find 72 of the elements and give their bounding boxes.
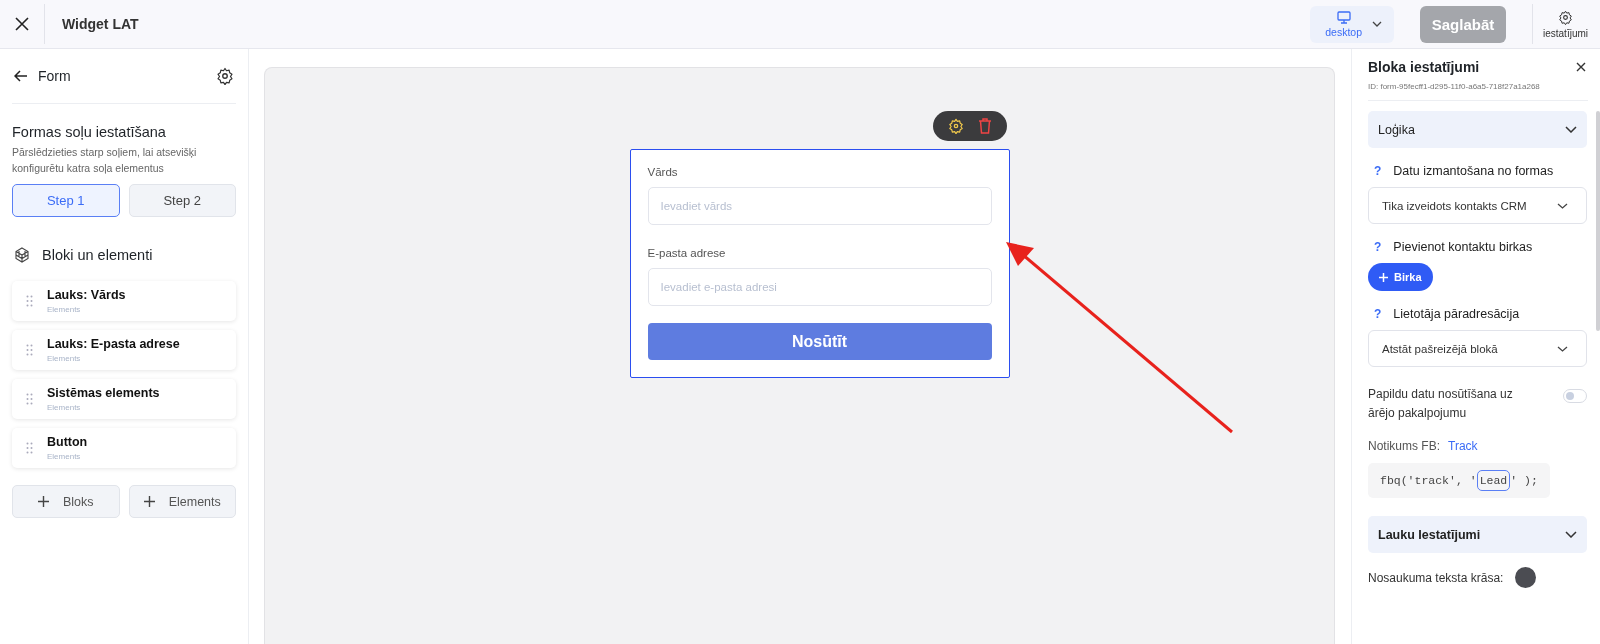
input-field[interactable]: Ievadiet vārds (647, 187, 992, 225)
scrollbar[interactable] (1596, 111, 1600, 331)
section-hint: Pārslēdzieties starp soļiem, lai atsevišķi konfigurētu katra soļa elementus (12, 145, 198, 176)
field-label: E-pasta adrese (647, 247, 727, 259)
back-arrow-icon[interactable] (14, 70, 28, 82)
section-title: Bloki un elementi (42, 247, 153, 263)
step-tab[interactable]: Step 2 (128, 184, 236, 217)
add-button[interactable]: Bloks (12, 485, 120, 518)
block-id: ID: form-95fecff1-d295-11f0-a6a5-718f27a1a268 (1368, 82, 1588, 101)
chevron-down-icon (1557, 345, 1568, 352)
element-title: Lauks: E-pasta adrese (47, 337, 180, 351)
drag-handle-icon[interactable] (26, 393, 33, 405)
back-label: Form (38, 68, 71, 84)
element-card[interactable]: Sistēmas elements Elements (12, 379, 236, 419)
chevron-down-icon (1372, 21, 1382, 27)
element-title: Button (47, 435, 88, 449)
input-field[interactable]: Ievadiet e-pasta adresi (647, 268, 992, 306)
field-label: Vārds (647, 166, 679, 178)
element-type: Elements (47, 403, 82, 412)
form-block[interactable]: Vārds Ievadiet vārds E-pasta adrese Ievadiet e-pasta adresi Nosūtīt (629, 149, 1010, 378)
add-button[interactable]: Elements (128, 485, 236, 518)
setting-label: Papildu datu nosūtīšana uz ārējo pakalpojumu (1368, 386, 1514, 422)
close-icon (14, 16, 30, 32)
setting-label: Notikums FB: (1368, 439, 1440, 453)
step-tab[interactable]: Step 1 (12, 184, 120, 217)
chevron-icon (1565, 531, 1577, 538)
code-text: fbq('track', ' (1380, 474, 1477, 487)
trash-icon[interactable] (977, 118, 992, 134)
element-type: Elements (47, 354, 82, 363)
toggle-switch[interactable] (1563, 389, 1587, 403)
element-card[interactable]: Lauks: E-pasta adrese Elements (12, 330, 236, 370)
element-title: Sistēmas elements (47, 386, 160, 400)
device-dropdown[interactable]: desktop (1310, 5, 1394, 43)
add-tag-button[interactable]: Birka (1368, 263, 1433, 291)
section-title: Formas soļu iestatīšana (12, 124, 167, 140)
drag-handle-icon[interactable] (26, 295, 33, 307)
help-icon[interactable]: ? (1374, 307, 1382, 321)
code-text: ' ); (1510, 474, 1538, 487)
plus-icon (37, 496, 49, 507)
element-type: Elements (47, 452, 82, 461)
plus-icon (1379, 272, 1388, 282)
help-icon[interactable]: ? (1374, 164, 1382, 178)
drag-handle-icon[interactable] (26, 344, 33, 356)
panel-title: Bloka iestatījumi (1368, 59, 1480, 75)
settings-icon[interactable] (216, 67, 234, 85)
select-dropdown[interactable]: Atstāt pašreizējā blokā (1368, 330, 1587, 367)
accordion-header[interactable]: Loģika (1368, 111, 1587, 148)
monitor-icon (1336, 10, 1351, 24)
app-title: Widget LAT (62, 16, 139, 32)
select-dropdown[interactable]: Tika izveidots kontakts CRM (1368, 187, 1587, 224)
settings-button[interactable]: iestatījumi (1533, 0, 1600, 48)
accordion-header[interactable]: Lauku Iestatījumi (1368, 516, 1587, 553)
settings-icon (1558, 9, 1573, 25)
event-link[interactable]: Track (1448, 439, 1478, 453)
setting-label: Nosaukuma teksta krāsa: (1368, 570, 1504, 585)
drag-handle-icon[interactable] (26, 442, 33, 454)
setting-label: Lietotāja pāradresācija (1393, 307, 1520, 321)
element-type: Elements (47, 305, 82, 314)
close-icon[interactable] (1576, 62, 1586, 72)
chevron-icon (1565, 126, 1577, 133)
element-card[interactable]: Lauks: Vārds Elements (12, 281, 236, 321)
plus-icon (143, 496, 155, 507)
code-value-field[interactable]: Lead (1476, 470, 1511, 491)
cube-icon (14, 247, 30, 263)
help-icon[interactable]: ? (1374, 240, 1382, 254)
setting-label: Pievienot kontaktu birkas (1393, 240, 1533, 254)
chevron-down-icon (1557, 202, 1568, 209)
submit-button[interactable]: Nosūtīt (647, 323, 992, 360)
element-card[interactable]: Button Elements (12, 428, 236, 468)
element-title: Lauks: Vārds (47, 288, 126, 302)
setting-label: Datu izmantošana no formas (1393, 164, 1554, 178)
color-swatch[interactable] (1515, 567, 1537, 588)
